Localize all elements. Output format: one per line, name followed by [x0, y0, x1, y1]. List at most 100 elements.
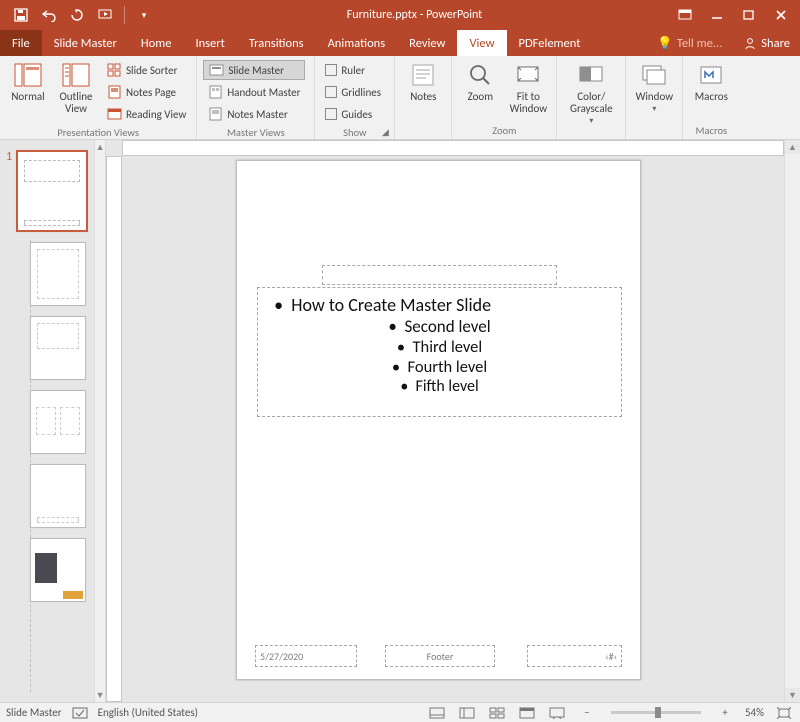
handout-master-button[interactable]: Handout Master: [203, 82, 304, 102]
outline-view-label: Outline View: [59, 91, 92, 115]
slide-sorter-status-icon[interactable]: [487, 706, 507, 720]
thumbnail-pane: 1 ▲ ▼: [0, 140, 106, 702]
quick-access-toolbar: ▾: [4, 6, 153, 24]
tell-me-label: Tell me...: [677, 36, 722, 51]
tab-animations[interactable]: Animations: [316, 30, 398, 56]
fit-to-window-label: Fit to Window: [510, 91, 548, 115]
ruler-checkbox[interactable]: Ruler: [321, 60, 385, 80]
window-icon: [639, 60, 669, 90]
scroll-down-icon[interactable]: ▼: [95, 688, 105, 702]
tab-transitions[interactable]: Transitions: [237, 30, 316, 56]
scroll-up-icon[interactable]: ▲: [95, 140, 105, 154]
start-from-beginning-icon[interactable]: [96, 6, 114, 24]
fit-to-window-icon: [513, 60, 543, 90]
qat-customize-icon[interactable]: ▾: [135, 6, 153, 24]
bullet-level-3: • Third level: [266, 337, 613, 357]
zoom-level[interactable]: 54%: [745, 706, 764, 719]
slide-sorter-icon: [106, 62, 122, 78]
show-dialog-launcher[interactable]: ◢: [379, 126, 391, 138]
window-button[interactable]: Window ▾: [632, 58, 676, 114]
slideshow-status-icon[interactable]: [547, 706, 567, 720]
scroll-up-icon[interactable]: ▲: [785, 140, 800, 154]
zoom-out-button[interactable]: −: [577, 706, 597, 720]
fit-to-window-status-icon[interactable]: [774, 706, 794, 720]
checkbox-icon: [325, 86, 337, 98]
window-controls: [676, 6, 796, 24]
group-master-views: Slide Master Handout Master Notes Master…: [197, 56, 315, 139]
notes-master-button[interactable]: Notes Master: [203, 104, 304, 124]
tab-pdfelement[interactable]: PDFelement: [507, 30, 593, 56]
gridlines-checkbox[interactable]: Gridlines: [321, 82, 385, 102]
status-mode: Slide Master: [6, 706, 62, 719]
notes-button[interactable]: Notes: [401, 58, 445, 103]
reading-view-label: Reading View: [126, 108, 186, 121]
slide-number-placeholder[interactable]: ‹#›: [527, 645, 622, 667]
slide-canvas-area: ▲ ▼ • How to Create Master Slide • Secon…: [106, 140, 800, 702]
thumbnail-scrollbar[interactable]: ▲ ▼: [94, 140, 105, 702]
tab-view[interactable]: View: [457, 30, 506, 56]
zoom-button[interactable]: Zoom: [458, 58, 502, 103]
title-placeholder[interactable]: [322, 265, 557, 285]
master-thumbnail[interactable]: [16, 150, 88, 232]
minimize-icon[interactable]: [708, 6, 726, 24]
layout-thumbnail-4[interactable]: [30, 464, 86, 528]
dropdown-icon: ▾: [589, 116, 593, 126]
status-language[interactable]: English (United States): [98, 706, 198, 719]
normal-view-button[interactable]: Normal: [6, 58, 50, 103]
macros-button[interactable]: Macros: [689, 58, 733, 103]
vertical-scrollbar[interactable]: ▲ ▼: [784, 140, 800, 702]
footer-placeholder[interactable]: Footer: [385, 645, 495, 667]
fit-to-window-button[interactable]: Fit to Window: [506, 58, 550, 115]
normal-view-status-icon[interactable]: [457, 706, 477, 720]
tab-insert[interactable]: Insert: [183, 30, 236, 56]
save-icon[interactable]: [12, 6, 30, 24]
date-placeholder[interactable]: 5/27/2020: [255, 645, 357, 667]
group-notes: Notes: [395, 56, 452, 139]
maximize-icon[interactable]: [740, 6, 758, 24]
bullet-level-5: • Fifth level: [266, 377, 613, 396]
bullet-level-4: • Fourth level: [266, 357, 613, 377]
layout-thumbnail-5[interactable]: [30, 538, 86, 602]
layout-thumbnail-3[interactable]: [30, 390, 86, 454]
title-bar: ▾ Furniture.pptx - PowerPoint: [0, 0, 800, 30]
vertical-ruler: [106, 156, 122, 702]
tell-me-search[interactable]: 💡 Tell me...: [645, 30, 734, 56]
scroll-down-icon[interactable]: ▼: [785, 688, 800, 702]
bullet-level-1: • How to Create Master Slide: [266, 294, 613, 316]
share-button[interactable]: Share: [734, 30, 800, 56]
checkbox-icon: [325, 64, 337, 76]
zoom-in-button[interactable]: +: [715, 706, 735, 720]
reading-view-button[interactable]: Reading View: [102, 104, 190, 124]
undo-icon[interactable]: [40, 6, 58, 24]
notes-page-button[interactable]: Notes Page: [102, 82, 190, 102]
guides-checkbox[interactable]: Guides: [321, 104, 385, 124]
reading-view-status-icon[interactable]: [517, 706, 537, 720]
redo-icon[interactable]: [68, 6, 86, 24]
slide-master-icon: [208, 62, 224, 78]
layout-thumbnail-1[interactable]: [30, 242, 86, 306]
color-grayscale-button[interactable]: Color/ Grayscale ▾: [563, 58, 619, 126]
layout-thumbnail-2[interactable]: [30, 316, 86, 380]
tab-review[interactable]: Review: [397, 30, 457, 56]
outline-view-button[interactable]: Outline View: [54, 58, 98, 115]
spellcheck-icon[interactable]: [72, 707, 88, 719]
share-label: Share: [761, 36, 790, 51]
ribbon-display-options-icon[interactable]: [676, 6, 694, 24]
notes-master-label: Notes Master: [227, 108, 287, 121]
close-icon[interactable]: [772, 6, 790, 24]
notes-pane-toggle-icon[interactable]: [427, 706, 447, 720]
slide-sorter-button[interactable]: Slide Sorter: [102, 60, 190, 80]
tab-slide-master[interactable]: Slide Master: [42, 30, 129, 56]
slide-master-canvas[interactable]: • How to Create Master Slide • Second le…: [236, 160, 641, 680]
body-placeholder[interactable]: • How to Create Master Slide • Second le…: [257, 287, 622, 417]
notes-page-icon: [106, 84, 122, 100]
master-number: 1: [6, 150, 12, 164]
group-presentation-views: Normal Outline View Slide Sorter Notes P…: [0, 56, 197, 139]
handout-master-label: Handout Master: [227, 86, 300, 99]
slide-master-button[interactable]: Slide Master: [203, 60, 304, 80]
window-label: Window: [636, 91, 674, 103]
qat-separator: [124, 6, 125, 24]
tab-file[interactable]: File: [0, 30, 42, 56]
zoom-slider[interactable]: [611, 711, 701, 714]
tab-home[interactable]: Home: [129, 30, 184, 56]
